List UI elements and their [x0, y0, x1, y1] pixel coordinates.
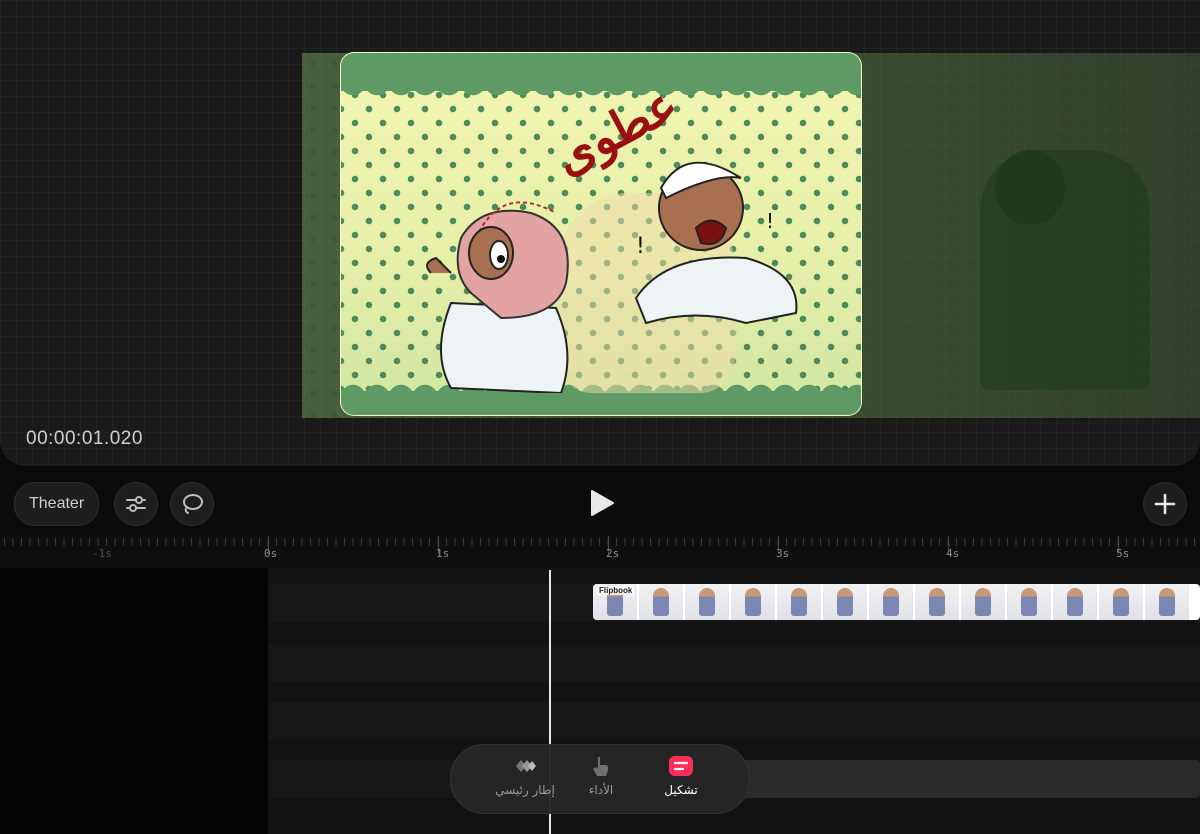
- lower-track-clip[interactable]: [735, 760, 1200, 798]
- lasso-icon: [183, 494, 203, 514]
- ruler-label-1s: 1s: [436, 547, 450, 560]
- right-character-illustration: ! !: [634, 161, 798, 325]
- timeline-toolbar: Theater: [0, 472, 1200, 534]
- ghost-figure-silhouette: [980, 150, 1150, 390]
- tab-performance-label: الأداء: [588, 783, 614, 797]
- left-character-illustration: [426, 201, 569, 393]
- shape-icon: [669, 756, 693, 776]
- tab-shape[interactable]: تشكيل: [641, 755, 721, 807]
- ruler-label-2s: 2s: [606, 547, 620, 560]
- canvas-frame[interactable]: ! ! عطوى: [340, 52, 862, 416]
- lasso-button[interactable]: [170, 482, 214, 526]
- ruler-label-0s: 0s: [264, 547, 278, 560]
- time-ruler[interactable]: -1s 0s 1s 2s 3s 4s 5s: [0, 536, 1200, 568]
- tab-shape-label: تشكيل: [664, 783, 698, 797]
- svg-text:!: !: [636, 234, 645, 259]
- track-row[interactable]: [268, 702, 1200, 740]
- ruler-label-4s: 4s: [946, 547, 960, 560]
- play-icon: [591, 490, 614, 516]
- ruler-label-minus1s: -1s: [92, 547, 112, 560]
- flipbook-clip[interactable]: Flipbook: [593, 584, 1200, 620]
- ruler-label-3s: 3s: [776, 547, 790, 560]
- tab-performance[interactable]: الأداء: [561, 755, 641, 807]
- hand-pointer-icon: [593, 757, 609, 776]
- tab-keyframe-label: إطار رئيسي: [495, 783, 555, 797]
- mode-tab-bar: إطار رئيسي الأداء تشكيل: [450, 744, 750, 814]
- ruler-label-5s: 5s: [1116, 547, 1130, 560]
- track-header-gutter: [0, 568, 268, 834]
- theater-button[interactable]: Theater: [14, 482, 100, 526]
- add-button[interactable]: [1143, 482, 1187, 526]
- clip-label: Flipbook: [597, 586, 635, 595]
- keyframe-icon: [516, 760, 536, 772]
- play-button[interactable]: [585, 486, 619, 520]
- timecode-display: 00:00:01.020: [26, 428, 143, 449]
- tab-keyframe[interactable]: إطار رئيسي: [485, 755, 565, 807]
- settings-button[interactable]: [114, 482, 158, 526]
- svg-text:!: !: [766, 209, 774, 233]
- track-row[interactable]: [268, 644, 1200, 682]
- sliders-icon: [126, 496, 146, 512]
- preview-stage[interactable]: ! ! عطوى 00:00:01.020: [0, 0, 1200, 466]
- plus-icon: [1154, 493, 1176, 515]
